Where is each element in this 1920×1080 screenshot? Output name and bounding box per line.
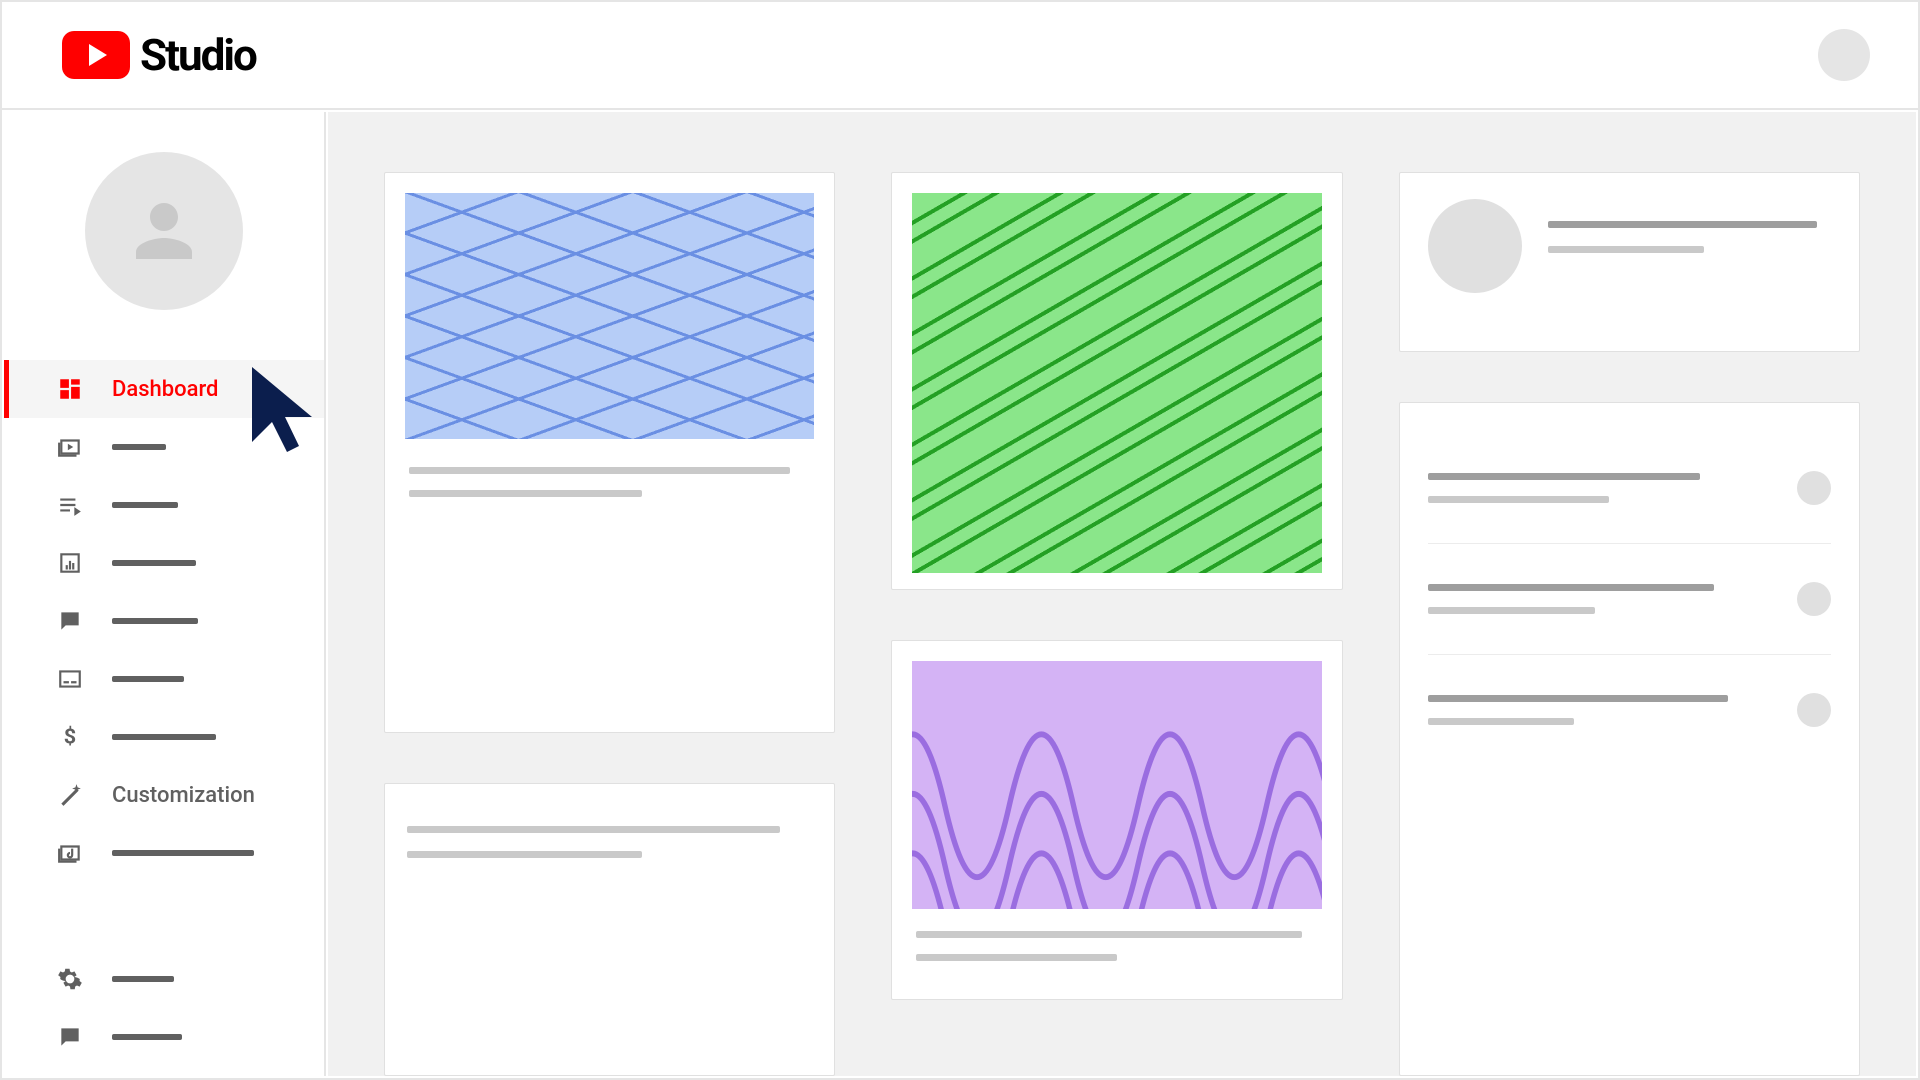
sidebar-item-analytics[interactable] bbox=[4, 534, 324, 592]
sidebar-item-label bbox=[112, 676, 184, 682]
analytics-icon bbox=[56, 549, 84, 577]
sidebar-footer bbox=[4, 950, 324, 1076]
dashboard-card-channel-summary[interactable] bbox=[1399, 172, 1860, 352]
channel-avatar[interactable] bbox=[85, 152, 243, 310]
studio-logo[interactable]: Studio bbox=[62, 29, 256, 81]
header: Studio bbox=[2, 2, 1918, 110]
sidebar-item-label bbox=[112, 976, 174, 982]
sidebar-item-playlists[interactable] bbox=[4, 476, 324, 534]
sidebar-item-dashboard[interactable]: Dashboard bbox=[4, 360, 324, 418]
pattern-thumbnail-placeholder bbox=[912, 661, 1321, 909]
audio-library-icon bbox=[56, 839, 84, 867]
sidebar-item-label bbox=[112, 850, 254, 856]
card-text-placeholder bbox=[405, 439, 814, 505]
list-item-avatar bbox=[1797, 582, 1831, 616]
sidebar-item-label: Customization bbox=[112, 783, 255, 808]
dashboard-card-news[interactable] bbox=[891, 640, 1342, 1000]
sidebar: Dashboard bbox=[4, 112, 326, 1076]
sidebar-item-label bbox=[112, 734, 216, 740]
pattern-thumbnail-placeholder bbox=[912, 193, 1321, 573]
account-avatar[interactable] bbox=[1818, 29, 1870, 81]
sidebar-item-subtitles[interactable] bbox=[4, 650, 324, 708]
list-item[interactable] bbox=[1428, 544, 1831, 655]
sidebar-item-label bbox=[112, 618, 198, 624]
dashboard-card-list bbox=[1399, 402, 1860, 1076]
dashboard-card-generic[interactable] bbox=[384, 783, 835, 1076]
sidebar-item-label bbox=[112, 502, 178, 508]
dashboard-icon bbox=[56, 375, 84, 403]
sidebar-item-monetization[interactable]: $ bbox=[4, 708, 324, 766]
list-item-avatar bbox=[1797, 693, 1831, 727]
sidebar-item-label: Dashboard bbox=[112, 377, 218, 402]
youtube-play-icon bbox=[62, 31, 130, 79]
list-item-avatar bbox=[1797, 471, 1831, 505]
sidebar-item-customization[interactable]: Customization bbox=[4, 766, 324, 824]
dashboard-card-analytics-preview[interactable] bbox=[891, 172, 1342, 590]
dashboard-column-1 bbox=[384, 172, 835, 1076]
sidebar-item-comments[interactable] bbox=[4, 592, 324, 650]
magic-wand-icon bbox=[56, 781, 84, 809]
monetization-icon: $ bbox=[56, 723, 84, 751]
feedback-icon bbox=[56, 1023, 84, 1051]
sidebar-item-feedback[interactable] bbox=[4, 1008, 324, 1066]
channel-avatar-small bbox=[1428, 199, 1522, 293]
dashboard-column-2 bbox=[891, 172, 1342, 1076]
svg-text:$: $ bbox=[64, 725, 76, 750]
card-text-placeholder bbox=[1548, 199, 1831, 253]
subtitles-icon bbox=[56, 665, 84, 693]
video-thumbnail-placeholder bbox=[405, 193, 814, 439]
playlist-icon bbox=[56, 491, 84, 519]
person-icon bbox=[122, 189, 206, 273]
sidebar-nav: Dashboard bbox=[4, 360, 324, 950]
list-item[interactable] bbox=[1428, 655, 1831, 765]
comments-icon bbox=[56, 607, 84, 635]
sidebar-item-label bbox=[112, 1034, 182, 1040]
sidebar-item-settings[interactable] bbox=[4, 950, 324, 1008]
card-text-placeholder bbox=[912, 909, 1321, 961]
list-item[interactable] bbox=[1428, 433, 1831, 544]
settings-icon bbox=[56, 965, 84, 993]
product-name: Studio bbox=[140, 29, 256, 81]
sidebar-item-label bbox=[112, 560, 196, 566]
content-icon bbox=[56, 433, 84, 461]
sidebar-item-label bbox=[112, 444, 166, 450]
sidebar-item-audio-library[interactable] bbox=[4, 824, 324, 882]
main-content bbox=[328, 112, 1916, 1076]
dashboard-card-latest-video[interactable] bbox=[384, 172, 835, 733]
dashboard-column-3 bbox=[1399, 172, 1860, 1076]
sidebar-item-content[interactable] bbox=[4, 418, 324, 476]
